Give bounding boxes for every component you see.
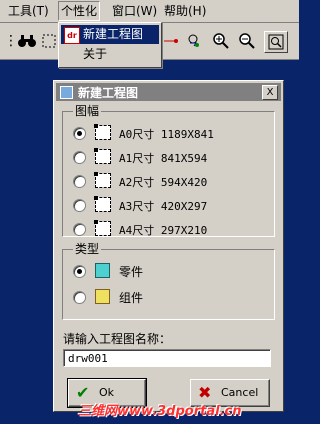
window-icon — [60, 86, 73, 99]
menu-tools[interactable]: 工具(T) — [6, 3, 51, 19]
radio-a4[interactable] — [73, 223, 86, 236]
rotate-icon[interactable] — [160, 31, 182, 51]
option-label-a4: A4尺寸 297X210 — [119, 224, 208, 237]
type-group-label: 类型 — [73, 242, 102, 256]
menu-window[interactable]: 窗口(W) — [110, 3, 159, 19]
option-label-a0: A0尺寸 1189X841 — [119, 128, 214, 141]
radio-a2[interactable] — [73, 175, 86, 188]
menu-personalize[interactable]: 个性化 — [58, 1, 101, 21]
sheet-size-group: 图幅 A0尺寸 1189X841 A1尺寸 841X594 A2尺寸 594X4… — [62, 104, 275, 237]
radio-a1[interactable] — [73, 151, 86, 164]
option-label-a2: A2尺寸 594X420 — [119, 176, 208, 189]
close-button[interactable]: X — [262, 85, 278, 100]
ok-button-label: Ok — [99, 386, 115, 399]
paper-icon — [94, 196, 111, 212]
dialog-titlebar[interactable]: 新建工程图 X — [56, 83, 281, 101]
cancel-button-label: Cancel — [221, 386, 259, 399]
option-label-assembly: 组件 — [119, 291, 144, 305]
zoom-window-icon[interactable] — [264, 31, 288, 53]
option-label-part: 零件 — [119, 265, 144, 279]
drawing-icon: dr — [64, 27, 80, 44]
assembly-icon — [95, 289, 110, 304]
sheet-size-group-label: 图幅 — [73, 104, 102, 118]
select-rect-icon[interactable] — [38, 31, 60, 51]
radio-a0[interactable] — [73, 127, 86, 140]
dialog-title: 新建工程图 — [78, 86, 139, 100]
menu-item-about[interactable]: 关于 — [61, 45, 159, 64]
binoculars-icon[interactable] — [16, 31, 38, 51]
paper-icon — [94, 172, 111, 188]
paper-icon — [94, 124, 111, 140]
zoom-out-icon[interactable] — [236, 31, 258, 51]
menu-item-new-drawing[interactable]: dr 新建工程图 — [61, 25, 159, 44]
site-watermark: 三维网www.3dportal.cn — [78, 404, 242, 419]
radio-assembly[interactable] — [73, 291, 86, 304]
paper-icon — [94, 148, 111, 164]
zoom-in-icon[interactable] — [210, 31, 232, 51]
part-icon — [95, 263, 110, 278]
menu-help[interactable]: 帮助(H) — [162, 3, 208, 19]
option-label-a1: A1尺寸 841X594 — [119, 152, 208, 165]
menu-bar: 工具(T) 个性化 窗口(W) 帮助(H) — [0, 0, 299, 23]
personalize-dropdown: dr 新建工程图 关于 — [58, 22, 162, 68]
menu-item-label: 新建工程图 — [83, 27, 144, 41]
drawing-name-input[interactable]: drw001 — [63, 349, 271, 367]
radio-a3[interactable] — [73, 199, 86, 212]
radio-part[interactable] — [73, 265, 86, 278]
type-group: 类型 零件 组件 — [62, 242, 275, 320]
new-drawing-dialog: 新建工程图 X 图幅 A0尺寸 1189X841 A1尺寸 841X594 A2… — [53, 80, 284, 412]
name-prompt: 请输入工程图名称： — [63, 332, 172, 346]
paper-icon — [94, 220, 111, 236]
menu-item-label: 关于 — [83, 47, 108, 61]
option-label-a3: A3尺寸 420X297 — [119, 200, 208, 213]
orbit-icon[interactable] — [184, 31, 206, 51]
